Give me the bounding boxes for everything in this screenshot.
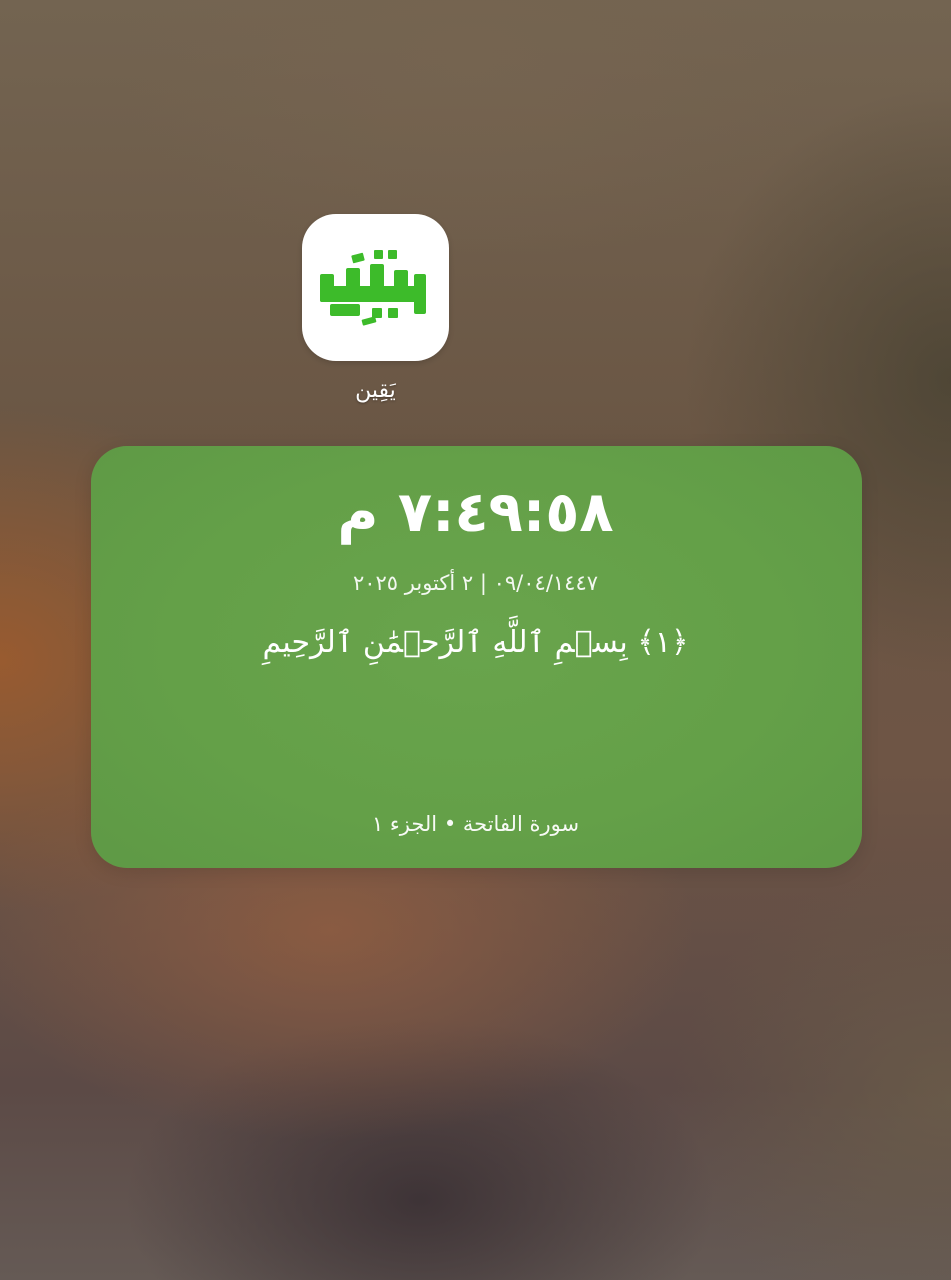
widget-surah-info: سورة الفاتحة • الجزء ١ [371, 812, 580, 836]
widget-date: ٠٩/٠٤/١٤٤٧ | ٢ أكتوبر ٢٠٢٥ [352, 571, 599, 595]
app-label: يَقِين [355, 378, 396, 403]
yaqeen-logo-icon [320, 250, 426, 326]
widget-verse: ﴿١﴾ بِسۡمِ ٱللَّهِ ٱلرَّحۡمَٰنِ ٱلرَّحِي… [262, 625, 689, 660]
yaqeen-app-icon[interactable] [302, 214, 449, 361]
widget-time: ٧:٤٩:٥٨ م [337, 480, 614, 545]
